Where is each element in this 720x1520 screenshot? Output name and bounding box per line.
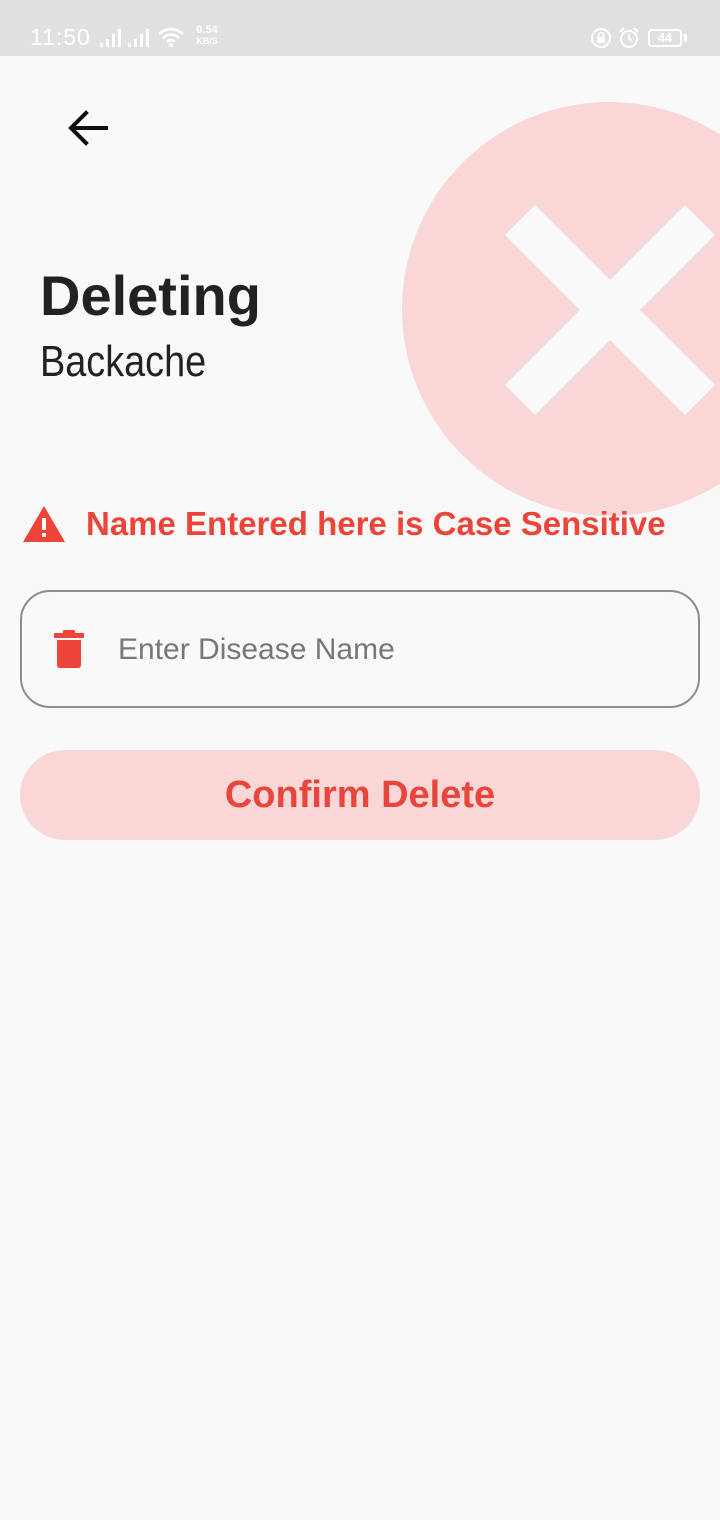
trash-icon bbox=[54, 630, 84, 668]
network-speed-unit: KB/S bbox=[196, 36, 218, 46]
disease-name-subtitle: Backache bbox=[40, 337, 207, 386]
page-title: Deleting bbox=[40, 264, 261, 327]
confirm-delete-button[interactable]: Confirm Delete bbox=[20, 750, 700, 840]
signal-icon bbox=[100, 29, 121, 47]
warning-triangle-icon bbox=[23, 506, 65, 542]
status-bar: 11:50 0.54 KB/S 44 bbox=[0, 0, 720, 56]
warning-text: Name Entered here is Case Sensitive bbox=[86, 505, 666, 542]
disease-name-field[interactable] bbox=[20, 590, 700, 708]
back-button[interactable] bbox=[58, 100, 118, 156]
wifi-icon bbox=[158, 27, 184, 47]
rotation-lock-icon bbox=[591, 28, 611, 48]
disease-name-input[interactable] bbox=[116, 620, 680, 680]
network-speed: 0.54 KB/S bbox=[190, 24, 224, 47]
battery-icon: 44 bbox=[648, 29, 682, 47]
status-time: 11:50 bbox=[30, 24, 91, 50]
delete-disease-screen: 11:50 0.54 KB/S 44 Deleting Backache Nam… bbox=[0, 0, 720, 1520]
case-sensitive-warning: Name Entered here is Case Sensitive bbox=[22, 502, 666, 546]
alarm-icon bbox=[619, 27, 639, 48]
battery-level: 44 bbox=[657, 30, 673, 45]
close-icon bbox=[505, 205, 715, 415]
battery-tip bbox=[684, 34, 687, 42]
arrow-left-icon bbox=[68, 110, 108, 146]
signal-icon bbox=[128, 29, 149, 47]
network-speed-value: 0.54 bbox=[196, 24, 218, 36]
